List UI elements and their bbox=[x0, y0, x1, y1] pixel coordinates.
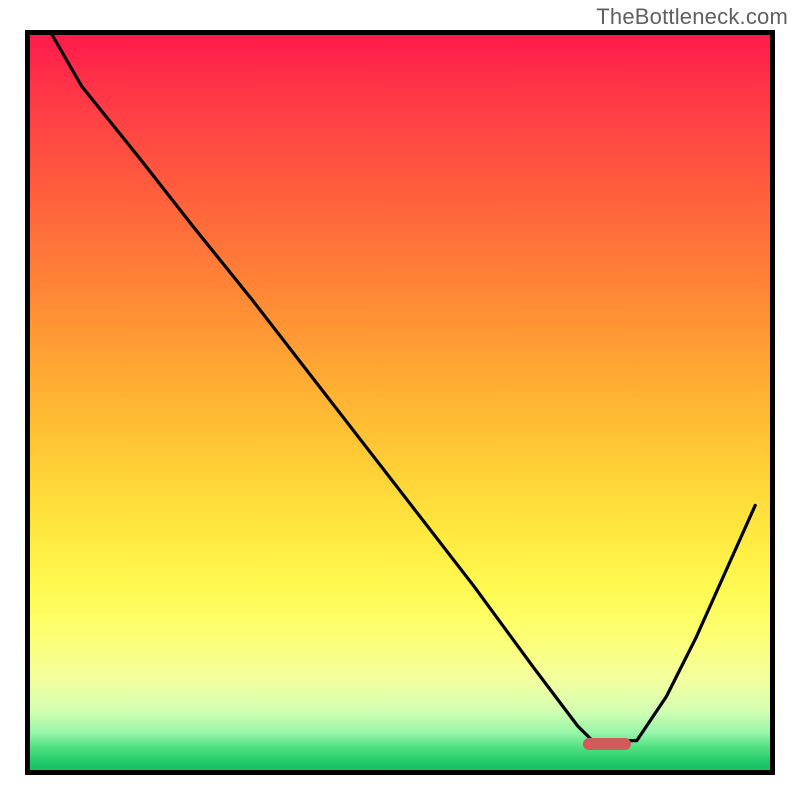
watermark-text: TheBottleneck.com bbox=[596, 4, 788, 30]
plot-frame bbox=[25, 30, 775, 775]
curve-layer bbox=[30, 35, 770, 770]
bottleneck-curve bbox=[52, 35, 755, 741]
optimal-marker bbox=[583, 738, 631, 750]
chart-container: TheBottleneck.com bbox=[0, 0, 800, 800]
